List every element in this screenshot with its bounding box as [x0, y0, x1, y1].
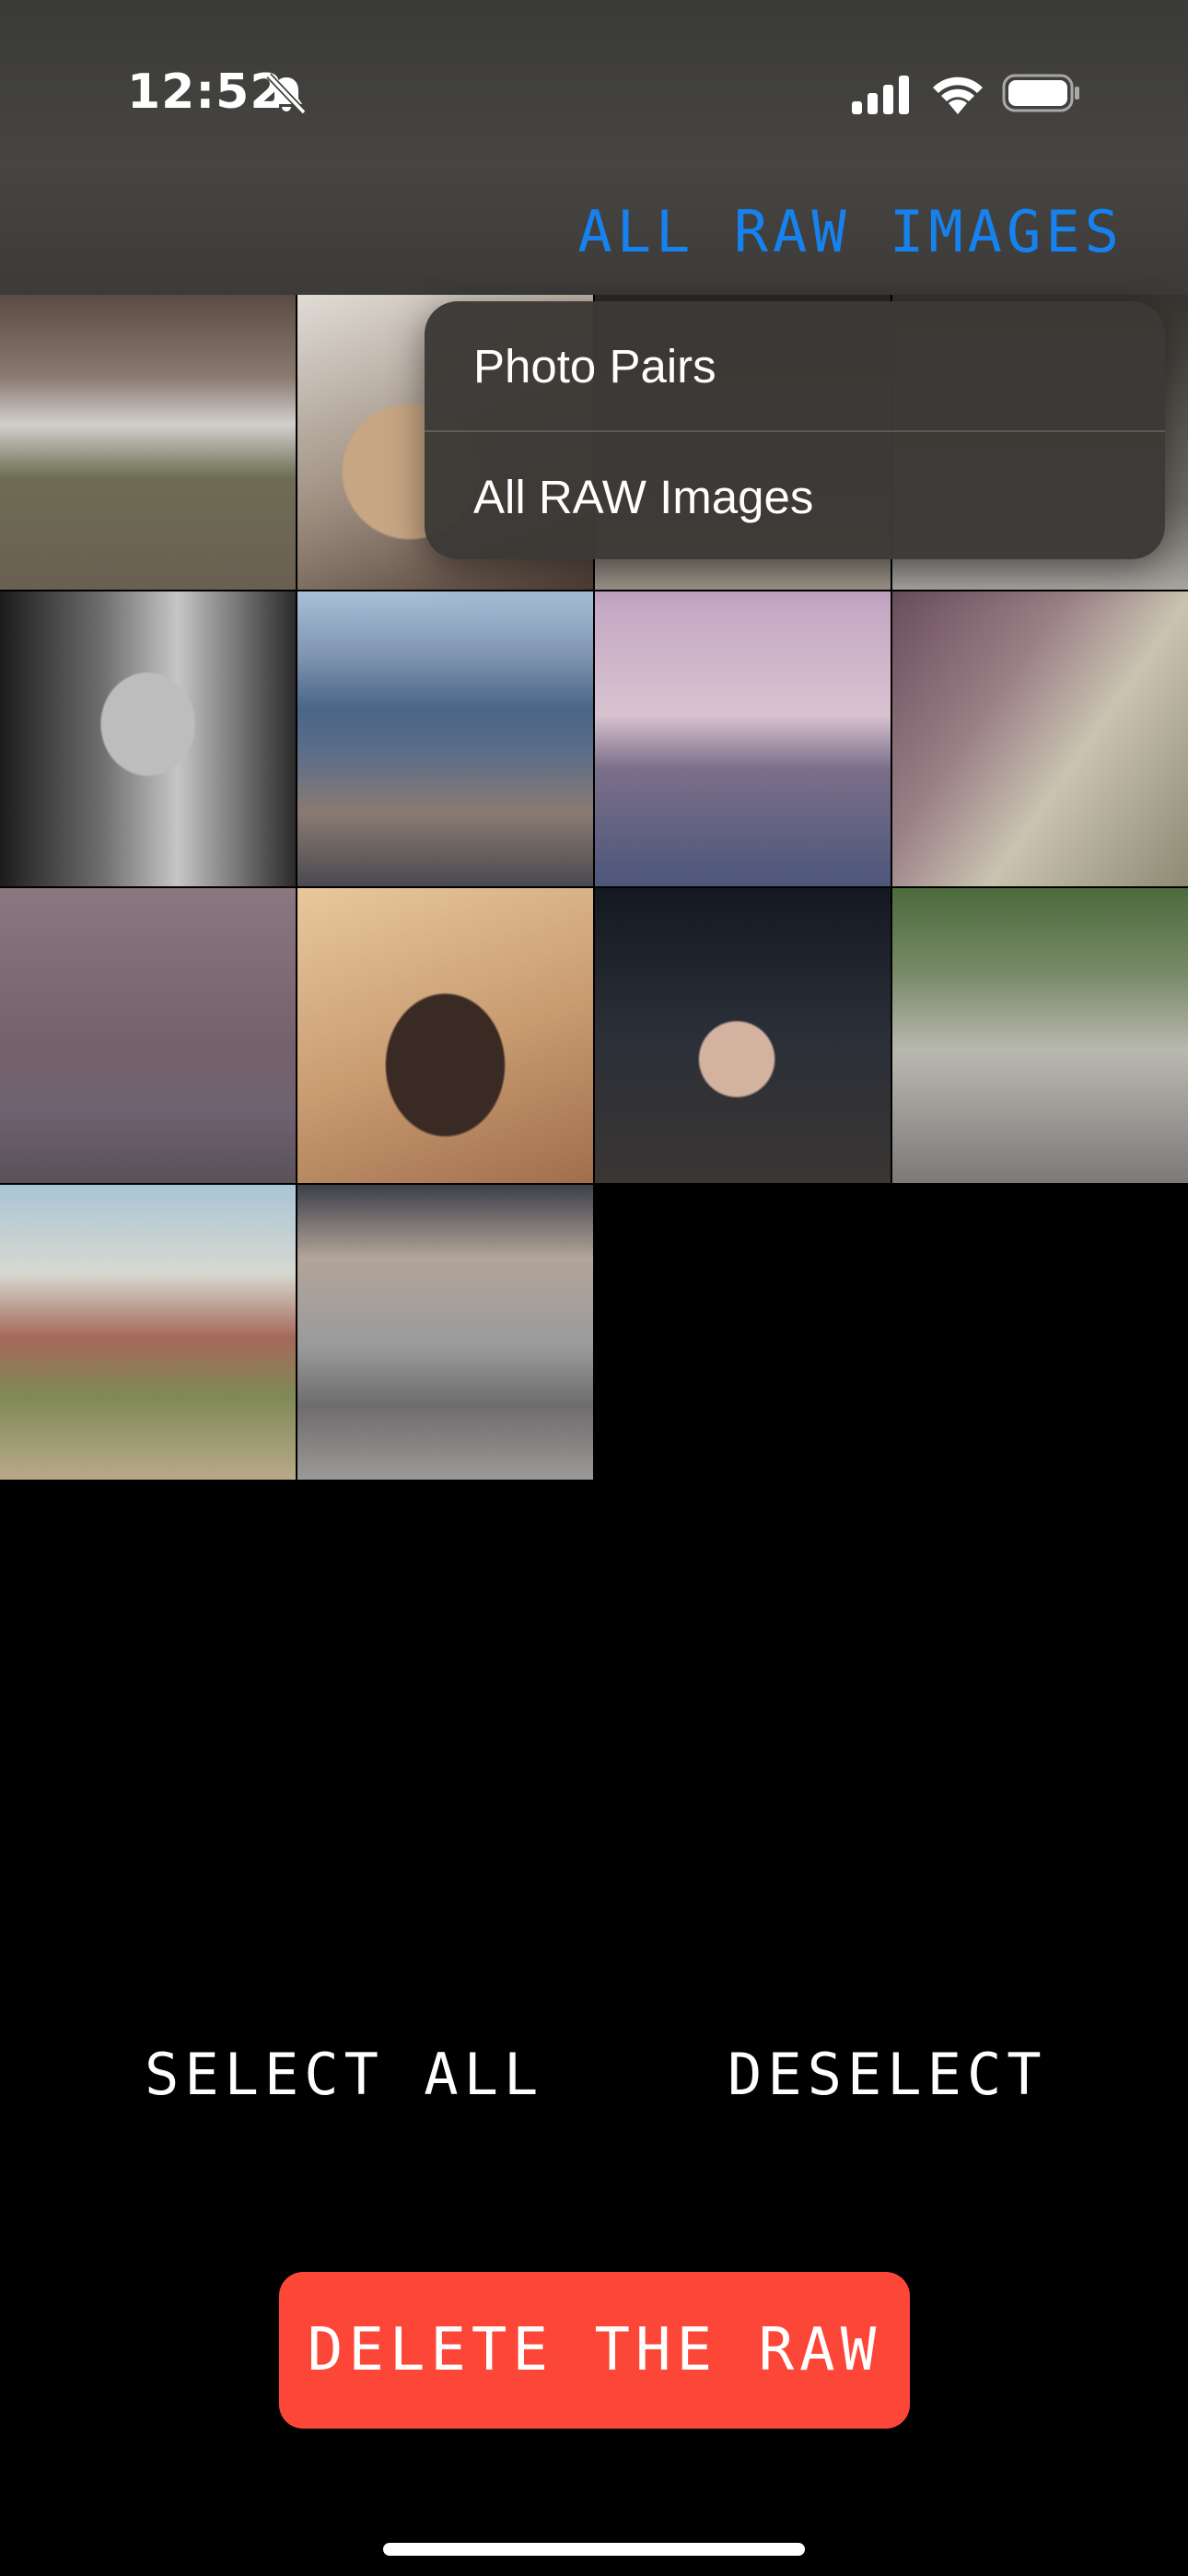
photo-thumbnail [595, 888, 891, 1183]
photo-tile[interactable] [595, 888, 891, 1183]
photo-thumbnail [0, 295, 296, 590]
photo-tile[interactable] [297, 1185, 593, 1480]
wifi-icon [933, 76, 983, 114]
filter-menu: Photo Pairs All RAW Images [425, 301, 1165, 559]
photo-thumbnail [0, 591, 296, 886]
photo-thumbnail [297, 1185, 593, 1480]
photo-tile[interactable] [595, 591, 891, 886]
photo-thumbnail [0, 888, 296, 1183]
photo-tile[interactable] [892, 888, 1188, 1183]
photo-thumbnail [297, 591, 593, 886]
photo-tile[interactable] [892, 591, 1188, 886]
bell-slash-icon [266, 73, 307, 115]
select-all-button[interactable]: SELECT ALL [145, 2041, 543, 2108]
photo-tile[interactable] [0, 1185, 296, 1480]
photo-thumbnail [892, 591, 1188, 886]
battery-icon [1002, 74, 1079, 112]
menu-item-photo-pairs[interactable]: Photo Pairs [425, 301, 1165, 430]
photo-tile[interactable] [297, 888, 593, 1183]
delete-raw-button[interactable]: DELETE THE RAW [279, 2272, 910, 2429]
photo-tile[interactable] [0, 888, 296, 1183]
photo-tile[interactable] [0, 295, 296, 590]
mode-title-button[interactable]: ALL RAW IMAGES [577, 198, 1124, 265]
photo-thumbnail [297, 888, 593, 1183]
menu-item-all-raw-images[interactable]: All RAW Images [425, 432, 1165, 561]
cellular-signal-icon [852, 76, 909, 114]
deselect-button[interactable]: DESELECT [728, 2041, 1047, 2108]
home-indicator [383, 2543, 805, 2556]
status-time: 12:52 [127, 64, 285, 120]
photo-tile[interactable] [0, 591, 296, 886]
photo-thumbnail [595, 591, 891, 886]
photo-tile[interactable] [297, 591, 593, 886]
photo-thumbnail [0, 1185, 296, 1480]
top-bar: 12:52 ALL RAW IMAGES [0, 0, 1188, 295]
photo-thumbnail [892, 888, 1188, 1183]
